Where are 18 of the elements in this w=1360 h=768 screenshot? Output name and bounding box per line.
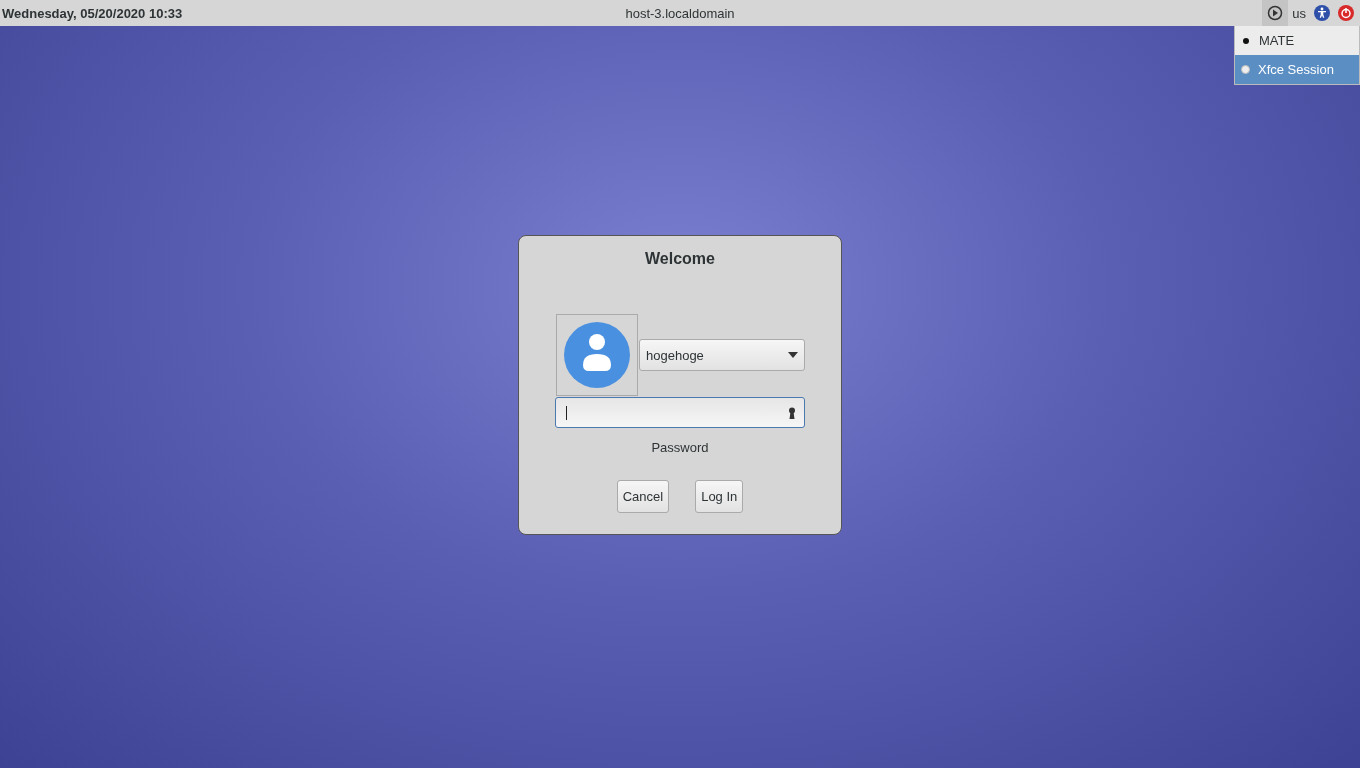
hostname: host-3.localdomain (624, 5, 736, 21)
password-label: Password (651, 440, 709, 455)
accessibility-icon[interactable] (1314, 5, 1330, 21)
login-button[interactable]: Log In (695, 480, 744, 513)
password-field[interactable] (555, 397, 805, 428)
clock[interactable]: Wednesday, 05/20/2020 10:33 (0, 5, 183, 21)
dialog-title: Welcome (645, 250, 715, 268)
user-avatar-icon (563, 321, 631, 389)
user-dropdown[interactable]: hogehoge (639, 339, 805, 371)
session-menu-item[interactable]: MATE (1235, 26, 1359, 55)
power-icon[interactable] (1338, 5, 1354, 21)
session-button[interactable] (1262, 0, 1289, 26)
session-icon (1267, 5, 1284, 21)
text-cursor (566, 405, 567, 420)
keyboard-layout[interactable]: us (1292, 5, 1306, 21)
keyhole-icon (788, 406, 796, 419)
caret-icon (788, 352, 798, 358)
cancel-button[interactable]: Cancel (616, 480, 670, 513)
